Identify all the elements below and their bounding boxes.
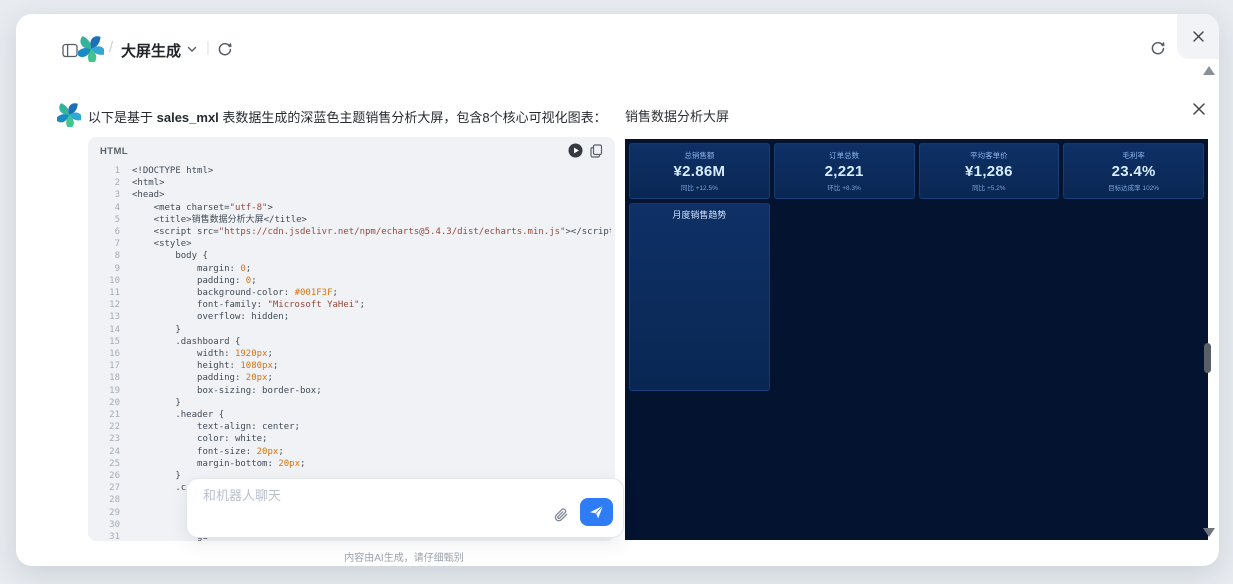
preview-close-icon[interactable]: [1192, 102, 1206, 116]
chat-input-box: [186, 478, 624, 538]
dashboard-grid: 总销售额¥2.86M同比 +12.5%订单总数2,221环比 +8.3%平均客单…: [625, 139, 1208, 540]
message-text: 以下是基于: [88, 110, 157, 125]
code-block-header: HTML: [88, 137, 615, 163]
chat-input[interactable]: [201, 487, 525, 504]
close-window-button[interactable]: [1177, 14, 1219, 59]
chevron-down-icon[interactable]: [187, 46, 197, 53]
code-line: 20 }: [98, 397, 611, 409]
code-line: 1<!DOCTYPE html>: [98, 165, 611, 177]
code-line: 21 .header {: [98, 409, 611, 421]
run-code-icon[interactable]: [568, 143, 583, 158]
table-name: sales_mxl: [157, 110, 219, 125]
code-line: 22 text-align: center;: [98, 421, 611, 433]
scroll-down-icon[interactable]: [1203, 528, 1215, 537]
code-line: 14 }: [98, 324, 611, 336]
sidebar-toggle-icon[interactable]: [62, 43, 78, 58]
topbar-divider: |: [206, 39, 210, 56]
breadcrumb-slash: /: [109, 39, 113, 56]
app-window: / 大屏生成 | 以下是基于 sales_mxl 表数据生成的深蓝色主题销售分析…: [0, 0, 1233, 584]
send-plane-icon: [589, 505, 604, 519]
code-line: 25 margin-bottom: 20px;: [98, 458, 611, 470]
code-line: 7 <style>: [98, 238, 611, 250]
kpi-card: 毛利率23.4%目标达成率 102%: [1063, 143, 1204, 199]
message-text-suffix: 表数据生成的深蓝色主题销售分析大屏，包含8个核心可视化图表：: [219, 110, 607, 125]
code-line: 2<html>: [98, 177, 611, 189]
copy-icon[interactable]: [590, 144, 603, 158]
code-line: 9 margin: 0;: [98, 263, 611, 275]
ai-disclaimer: 内容由AI生成，请仔细甄别: [186, 549, 622, 564]
assistant-avatar: [57, 103, 81, 127]
kpi-card: 总销售额¥2.86M同比 +12.5%: [629, 143, 770, 199]
chart-canvas: [630, 224, 770, 391]
code-line: 10 padding: 0;: [98, 275, 611, 287]
code-line: 12 font-family: "Microsoft YaHei";: [98, 299, 611, 311]
code-language-label: HTML: [100, 146, 128, 157]
send-button[interactable]: [580, 498, 613, 526]
code-line: 23 color: white;: [98, 433, 611, 445]
new-session-icon[interactable]: [216, 41, 233, 58]
app-title-dropdown[interactable]: 大屏生成: [121, 40, 181, 61]
code-line: 11 background-color: #001F3F;: [98, 287, 611, 299]
code-line: 24 font-size: 20px;: [98, 446, 611, 458]
kpi-card: 平均客单价¥1,286同比 +5.2%: [919, 143, 1060, 199]
code-line: 6 <script src="https://cdn.jsdelivr.net/…: [98, 226, 611, 238]
code-line: 5 <title>销售数据分析大屏</title>: [98, 214, 611, 226]
code-line: 13 overflow: hidden;: [98, 311, 611, 323]
attachment-icon[interactable]: [553, 507, 569, 524]
preview-title: 销售数据分析大屏: [625, 106, 729, 125]
code-line: 19 box-sizing: border-box;: [98, 385, 611, 397]
assistant-message: 以下是基于 sales_mxl 表数据生成的深蓝色主题销售分析大屏，包含8个核心…: [88, 107, 608, 126]
code-line: 16 width: 1920px;: [98, 348, 611, 360]
kpi-card: 订单总数2,221环比 +8.3%: [774, 143, 915, 199]
code-line: 17 height: 1080px;: [98, 360, 611, 372]
scrollbar-thumb[interactable]: [1204, 343, 1211, 373]
code-line: 8 body {: [98, 250, 611, 262]
code-line: 3<head>: [98, 189, 611, 201]
code-line: 15 .dashboard {: [98, 336, 611, 348]
refresh-icon[interactable]: [1149, 40, 1166, 57]
chart-card-line: 月度销售趋势: [629, 203, 770, 391]
close-icon: [1192, 30, 1205, 43]
scroll-up-icon[interactable]: [1203, 66, 1215, 75]
app-logo: [78, 36, 104, 62]
code-line: 18 padding: 20px;: [98, 372, 611, 384]
code-line: 4 <meta charset="utf-8">: [98, 202, 611, 214]
